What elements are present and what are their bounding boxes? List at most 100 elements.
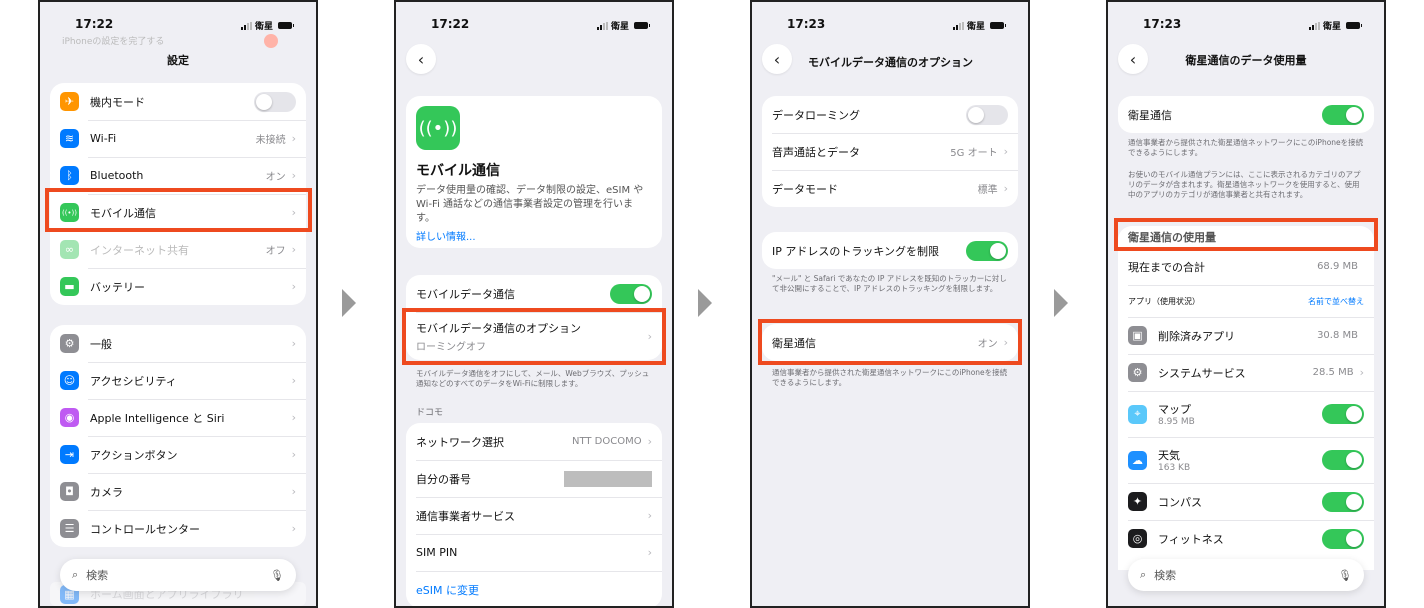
- chevron-left-icon: ‹: [417, 49, 425, 69]
- signal-icon: [240, 21, 252, 30]
- settings-row[interactable]: ᛒ Bluetooth オン ›: [50, 157, 306, 194]
- back-button[interactable]: ‹: [406, 44, 436, 74]
- chevron-right-icon: ›: [291, 243, 296, 256]
- chevron-right-icon: ›: [291, 132, 296, 145]
- chevron-right-icon: ›: [291, 485, 296, 498]
- data-options-row[interactable]: モバイルデータ通信のオプション ローミングオフ ›: [406, 312, 662, 360]
- settings-row[interactable]: ∞ インターネット共有 オフ ›: [50, 231, 306, 268]
- status-carrier: 衛星: [952, 19, 1006, 32]
- status-time: 17:22: [75, 17, 114, 31]
- apps-header: アプリ（使用状況）: [1128, 296, 1200, 306]
- sort-link[interactable]: 名前で並べ替え: [1308, 296, 1364, 307]
- ip-tracking-toggle[interactable]: [966, 240, 1008, 261]
- search-bar[interactable]: ⌕ 検索 🎙: [1128, 559, 1364, 591]
- settings-row[interactable]: ▬ バッテリー ›: [50, 268, 306, 305]
- chevron-right-icon: ›: [647, 435, 652, 448]
- camera-icon: ◘: [60, 482, 79, 501]
- settings-row[interactable]: ◘ カメラ ›: [50, 473, 306, 510]
- mic-icon[interactable]: 🎙: [270, 569, 284, 582]
- settings-row[interactable]: ⇥ アクションボタン ›: [50, 436, 306, 473]
- row-toggle[interactable]: [966, 104, 1008, 125]
- data-options-label: モバイルデータ通信のオプション: [416, 321, 581, 335]
- satellite-row[interactable]: 衛星通信 オン ›: [762, 324, 1018, 361]
- carrier-row[interactable]: 通信事業者サービス ›: [406, 497, 662, 534]
- phone-screen-settings: 17:22 衛星 iPhoneの設定を完了する 設定 ✈ 機内モード ≋ Wi-Fi 未…: [38, 0, 318, 608]
- ip-tracking-row[interactable]: IP アドレスのトラッキングを制限: [762, 232, 1018, 269]
- setup-banner[interactable]: iPhoneの設定を完了する: [62, 34, 164, 47]
- app-usage-value: 28.5 MB: [1312, 367, 1354, 378]
- app-toggle[interactable]: [1322, 450, 1364, 470]
- mic-icon[interactable]: 🎙: [1338, 569, 1352, 582]
- settings-row[interactable]: ☺ アクセシビリティ ›: [50, 362, 306, 399]
- chevron-right-icon: ›: [291, 374, 296, 387]
- app-name: システムサービス: [1158, 366, 1246, 380]
- row-label: 自分の番号: [416, 472, 471, 486]
- signal-icon: [1308, 21, 1320, 30]
- satellite-note: 通信事業者から提供された衛星通信ネットワークにこのiPhoneを接続できるように…: [1128, 138, 1364, 158]
- satellite-toggle[interactable]: [1322, 104, 1364, 125]
- option-row[interactable]: データローミング: [762, 96, 1018, 133]
- row-label: 機内モード: [90, 95, 145, 109]
- app-usage-row[interactable]: ▣ 削除済みアプリ 30.8 MB: [1118, 317, 1374, 354]
- option-row[interactable]: 音声通話とデータ 5G オート ›: [762, 133, 1018, 170]
- mobile-data-toggle[interactable]: [610, 283, 652, 304]
- row-label: Wi-Fi: [90, 132, 117, 145]
- app-usage-row[interactable]: ✦ コンパス: [1118, 483, 1374, 520]
- chevron-right-icon: ›: [1003, 336, 1008, 349]
- row-label: 音声通話とデータ: [772, 145, 860, 159]
- chevron-right-icon: ›: [1359, 366, 1364, 379]
- esim-link[interactable]: eSIM に変更: [416, 582, 652, 598]
- status-carrier: 衛星: [596, 19, 650, 32]
- app-toggle[interactable]: [1322, 528, 1364, 549]
- app-usage-row[interactable]: ⌖ マップ 8.95 MB: [1118, 391, 1374, 437]
- compass-icon: ✦: [1128, 492, 1147, 511]
- app-name: マップ: [1158, 403, 1191, 416]
- more-info-link[interactable]: 詳しい情報...: [416, 228, 652, 243]
- chevron-right-icon: ›: [291, 169, 296, 182]
- app-toggle[interactable]: [1322, 491, 1364, 512]
- battery-icon: [990, 22, 1006, 29]
- chevron-right-icon: ›: [291, 411, 296, 424]
- app-name: 天気: [1158, 449, 1180, 462]
- app-toggle[interactable]: [1322, 404, 1364, 424]
- app-usage-row[interactable]: ☁ 天気 163 KB: [1118, 437, 1374, 483]
- page-title: 設定: [167, 54, 189, 67]
- battery-icon: [634, 22, 650, 29]
- satellite-row[interactable]: 衛星通信: [1118, 96, 1374, 133]
- status-bar: 17:23 衛星: [1108, 14, 1384, 34]
- settings-row[interactable]: ☰ コントロールセンター ›: [50, 510, 306, 547]
- app-usage-row[interactable]: ◎ フィットネス: [1118, 520, 1374, 557]
- settings-row[interactable]: ((•)) モバイル通信 ›: [50, 194, 306, 231]
- search-bar[interactable]: ⌕ 検索 🎙: [60, 559, 296, 591]
- apps-icon: ▣: [1128, 326, 1147, 345]
- chevron-right-icon: ›: [1003, 182, 1008, 195]
- app-label-wrap: マップ 8.95 MB: [1158, 401, 1322, 427]
- settings-row[interactable]: ≋ Wi-Fi 未接続 ›: [50, 120, 306, 157]
- carrier-row[interactable]: ネットワーク選択 NTT DOCOMO ›: [406, 423, 662, 460]
- status-bar: 17:23 衛星: [752, 14, 1028, 34]
- row-value: 5G オート: [950, 148, 998, 159]
- row-toggle[interactable]: [254, 91, 296, 112]
- carrier-label: 衛星: [966, 22, 985, 32]
- usage-header: 衛星通信の使用量: [1128, 231, 1216, 244]
- page-title: モバイルデータ通信のオプション: [808, 56, 973, 69]
- mobile-data-row[interactable]: モバイルデータ通信: [406, 275, 662, 312]
- app-usage-row[interactable]: ⚙ システムサービス 28.5 MB ›: [1118, 354, 1374, 391]
- carrier-row[interactable]: 自分の番号: [406, 460, 662, 497]
- app-usage-sub: 8.95 MB: [1158, 417, 1195, 427]
- back-button[interactable]: ‹: [762, 44, 792, 74]
- settings-row[interactable]: ✈ 機内モード: [50, 83, 306, 120]
- carrier-row[interactable]: SIM PIN ›: [406, 534, 662, 571]
- apps-header-row: アプリ（使用状況） 名前で並べ替え: [1118, 285, 1374, 317]
- esim-row[interactable]: eSIM に変更: [406, 571, 662, 606]
- settings-row[interactable]: ◉ Apple Intelligence と Siri ›: [50, 399, 306, 436]
- option-row[interactable]: データモード 標準 ›: [762, 170, 1018, 207]
- chevron-right-icon: ›: [291, 280, 296, 293]
- row-label: 一般: [90, 337, 112, 351]
- settings-row[interactable]: ⚙ 一般 ›: [50, 325, 306, 362]
- row-label: データモード: [772, 182, 838, 196]
- row-label: バッテリー: [90, 280, 145, 294]
- app-label-wrap: コンパス: [1158, 494, 1322, 510]
- total-label: 現在までの合計: [1128, 260, 1205, 274]
- settings-group-general: ⚙ 一般 › ☺ アクセシビリティ › ◉ Apple Intelligence と Siri…: [50, 325, 306, 547]
